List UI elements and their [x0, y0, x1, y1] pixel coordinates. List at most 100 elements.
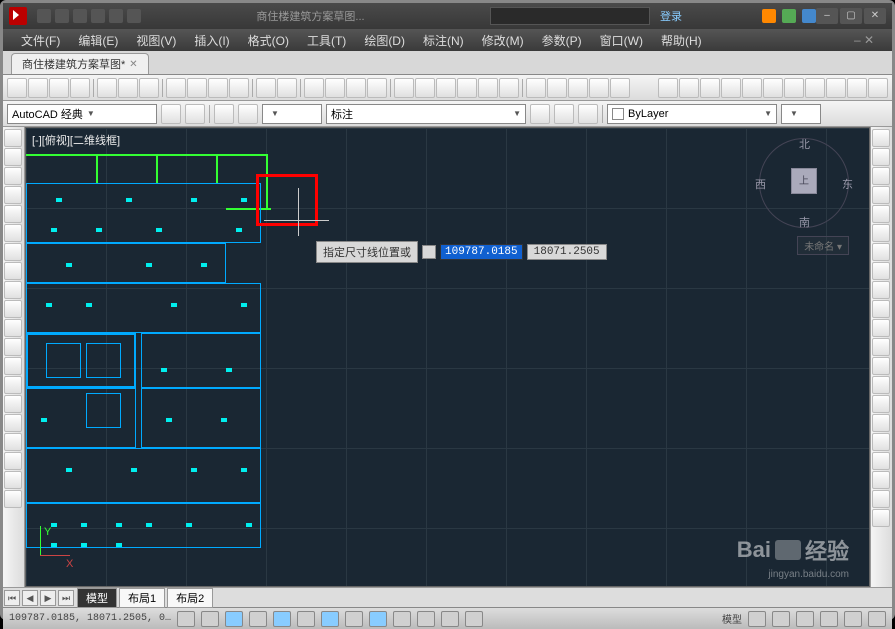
close-button[interactable]: ✕ — [864, 8, 886, 24]
help-icon[interactable] — [802, 9, 816, 23]
menu-format[interactable]: 格式(O) — [240, 30, 297, 51]
table-icon[interactable] — [4, 452, 22, 470]
save-icon[interactable] — [49, 78, 69, 98]
match-icon[interactable] — [229, 78, 249, 98]
tb-e-icon[interactable] — [610, 78, 630, 98]
dim-rad-icon[interactable] — [742, 78, 762, 98]
coord-x-input[interactable]: 109787.0185 — [440, 244, 523, 260]
break-icon[interactable] — [872, 338, 890, 356]
preview-icon[interactable] — [118, 78, 138, 98]
nav-orbit-icon[interactable] — [872, 490, 890, 508]
erase-icon[interactable] — [872, 129, 890, 147]
paste-icon[interactable] — [208, 78, 228, 98]
viewcube-north[interactable]: 北 — [799, 136, 810, 152]
menu-tools[interactable]: 工具(T) — [299, 30, 354, 51]
workspace-combo[interactable]: AutoCAD 经典▼ — [7, 104, 157, 124]
rect-icon[interactable] — [4, 205, 22, 223]
zoom-prev-icon[interactable] — [367, 78, 387, 98]
view-name-dropdown[interactable]: 未命名 ▾ — [797, 236, 849, 255]
nav-pan-icon[interactable] — [872, 452, 890, 470]
dim-dia-icon[interactable] — [763, 78, 783, 98]
spline-icon[interactable] — [4, 281, 22, 299]
copy2-icon[interactable] — [872, 148, 890, 166]
extend-icon[interactable] — [872, 319, 890, 337]
color-combo[interactable]: ByLayer▼ — [607, 104, 777, 124]
move-icon[interactable] — [872, 224, 890, 242]
tb-a-icon[interactable] — [526, 78, 546, 98]
point-icon[interactable] — [4, 376, 22, 394]
menu-help[interactable]: 帮助(H) — [653, 30, 710, 51]
menu-modify[interactable]: 修改(M) — [474, 30, 532, 51]
view-label[interactable]: [-][俯视][二维线框] — [32, 132, 120, 148]
markup-icon[interactable] — [478, 78, 498, 98]
sc-button[interactable] — [465, 611, 483, 627]
chamfer-icon[interactable] — [872, 376, 890, 394]
menu-window[interactable]: 窗口(W) — [592, 30, 651, 51]
layer-match-icon[interactable] — [578, 104, 598, 124]
model-tab[interactable]: 模型 — [77, 588, 117, 608]
scale-icon[interactable] — [872, 262, 890, 280]
redo-icon[interactable] — [277, 78, 297, 98]
grid-button[interactable] — [201, 611, 219, 627]
trim-icon[interactable] — [872, 300, 890, 318]
dyn-button[interactable] — [369, 611, 387, 627]
open-icon[interactable] — [28, 78, 48, 98]
tb-c-icon[interactable] — [568, 78, 588, 98]
hatch-icon[interactable] — [4, 395, 22, 413]
publish-icon[interactable] — [139, 78, 159, 98]
linetype-combo[interactable]: ▼ — [781, 104, 821, 124]
rotate-icon[interactable] — [872, 243, 890, 261]
lwt-button[interactable] — [393, 611, 411, 627]
dim-aligned-icon[interactable] — [679, 78, 699, 98]
dim-ang-icon[interactable] — [784, 78, 804, 98]
cut-icon[interactable] — [166, 78, 186, 98]
coordinates-display[interactable]: 109787.0185, 18071.2505, 0… — [9, 613, 171, 624]
qat-save-icon[interactable] — [73, 9, 87, 23]
layout2-tab[interactable]: 布局2 — [167, 588, 213, 608]
menu-dim[interactable]: 标注(N) — [415, 30, 472, 51]
status-d-button[interactable] — [820, 611, 838, 627]
tb-d-icon[interactable] — [589, 78, 609, 98]
tb-b-icon[interactable] — [547, 78, 567, 98]
ws-gear-icon[interactable] — [185, 104, 205, 124]
dim-base-icon[interactable] — [826, 78, 846, 98]
qat-new-icon[interactable] — [37, 9, 51, 23]
app-logo-icon[interactable] — [9, 7, 27, 25]
fillet-icon[interactable] — [872, 395, 890, 413]
ducs-button[interactable] — [345, 611, 363, 627]
cline-icon[interactable] — [4, 148, 22, 166]
exchange-icon[interactable] — [762, 9, 776, 23]
menu-insert[interactable]: 插入(I) — [186, 30, 237, 51]
saveas-icon[interactable] — [70, 78, 90, 98]
undo-icon[interactable] — [256, 78, 276, 98]
layer-iso-icon[interactable] — [530, 104, 550, 124]
sheet-set-icon[interactable] — [457, 78, 477, 98]
layer-bulb-icon[interactable] — [238, 104, 258, 124]
ellarc-icon[interactable] — [4, 319, 22, 337]
prompt-options-icon[interactable] — [422, 245, 436, 259]
stretch-icon[interactable] — [872, 281, 890, 299]
plot-icon[interactable] — [97, 78, 117, 98]
mtext-icon[interactable] — [4, 471, 22, 489]
calc-icon[interactable] — [499, 78, 519, 98]
layer-prev-icon[interactable] — [554, 104, 574, 124]
polar-button[interactable] — [249, 611, 267, 627]
zoom-window-icon[interactable] — [346, 78, 366, 98]
dim-style-combo[interactable]: 标注▼ — [326, 104, 526, 124]
menu-draw[interactable]: 绘图(D) — [356, 30, 413, 51]
join-icon[interactable] — [872, 357, 890, 375]
viewcube-east[interactable]: 东 — [842, 176, 853, 192]
status-a-button[interactable] — [748, 611, 766, 627]
doc-minimize-button[interactable]: – ✕ — [846, 31, 882, 49]
layer-state-combo[interactable]: ▼ — [262, 104, 322, 124]
pan-icon[interactable] — [304, 78, 324, 98]
status-c-button[interactable] — [796, 611, 814, 627]
qat-redo-icon[interactable] — [109, 9, 123, 23]
search-input[interactable] — [490, 7, 650, 25]
circle-icon[interactable] — [4, 243, 22, 261]
pline-icon[interactable] — [4, 167, 22, 185]
copy-icon[interactable] — [187, 78, 207, 98]
dim-ord-icon[interactable] — [721, 78, 741, 98]
minimize-button[interactable]: – — [816, 8, 838, 24]
viewcube-south[interactable]: 南 — [799, 214, 810, 230]
